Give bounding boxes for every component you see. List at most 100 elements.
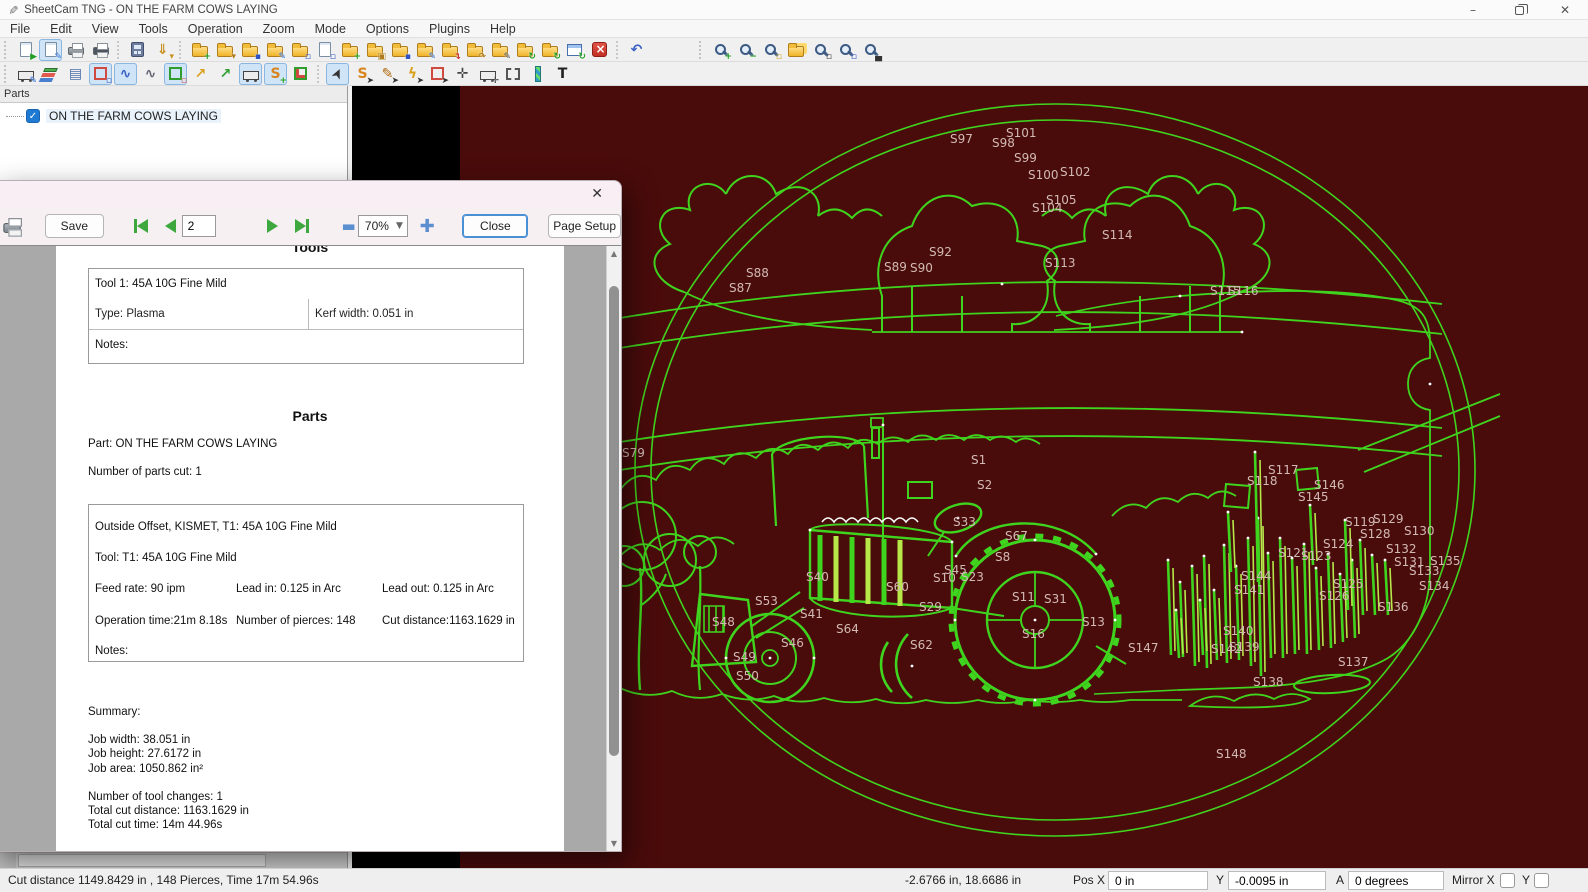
link-process-button[interactable]: ↷ bbox=[463, 39, 486, 61]
save-part-button[interactable]: ▪ bbox=[238, 39, 261, 61]
zoom-in-icon[interactable]: ✚ bbox=[418, 216, 437, 237]
new-process-button[interactable]: + bbox=[338, 39, 361, 61]
import-drawing-button[interactable]: ✎ bbox=[14, 63, 37, 85]
zoom-drawing-button[interactable]: ▫ bbox=[834, 39, 857, 61]
minimize-button[interactable]: – bbox=[1450, 0, 1496, 20]
zoom-machine-button[interactable]: ▄ bbox=[859, 39, 882, 61]
import-process-button[interactable]: ↴ bbox=[438, 39, 461, 61]
page-number-input[interactable] bbox=[182, 215, 216, 237]
parts-tree-item[interactable]: ✓ ON THE FARM COWS LAYING bbox=[6, 109, 347, 123]
menu-help[interactable]: Help bbox=[480, 20, 526, 37]
path-label: S48 bbox=[712, 615, 735, 629]
zoom-selected-button[interactable]: ▫ bbox=[759, 39, 782, 61]
print-button[interactable] bbox=[64, 39, 87, 61]
job-width: Job width: 38.051 in bbox=[88, 734, 190, 746]
menu-view[interactable]: View bbox=[82, 20, 129, 37]
show-parts-toggle[interactable]: ▫ bbox=[164, 63, 187, 85]
path-label: S10 bbox=[933, 571, 956, 585]
scroll-up-icon[interactable]: ▲ bbox=[607, 249, 621, 258]
zoom-in-button[interactable]: + bbox=[709, 39, 732, 61]
dialog-close-icon[interactable]: ✕ bbox=[585, 185, 609, 203]
show-machine-toggle[interactable] bbox=[239, 63, 262, 85]
zoom-level-select[interactable]: 70% ▼ bbox=[358, 215, 408, 237]
zoom-out-button[interactable]: − bbox=[734, 39, 757, 61]
text-tool-button[interactable]: T bbox=[551, 63, 574, 85]
show-directions-toggle[interactable] bbox=[289, 63, 312, 85]
edit-toolset-button[interactable]: ✎ bbox=[488, 39, 511, 61]
restore-button[interactable] bbox=[1496, 0, 1542, 20]
save-process-button[interactable]: ▪ bbox=[388, 39, 411, 61]
contour-tool-button[interactable]: ➤ bbox=[426, 63, 449, 85]
zoom-out-icon[interactable]: ▬ bbox=[339, 217, 358, 235]
layers-button[interactable] bbox=[39, 63, 62, 85]
select-tool-button[interactable]: ➤ bbox=[326, 63, 349, 85]
job-options-button[interactable]: ✎ bbox=[39, 39, 62, 61]
scroll-down-icon[interactable]: ▼ bbox=[607, 839, 621, 848]
path-label: S67 bbox=[1005, 529, 1028, 543]
total-cut-distance: Total cut distance: 1163.1629 in bbox=[88, 805, 249, 817]
plot-button[interactable] bbox=[89, 39, 112, 61]
path-label: S129 bbox=[1373, 512, 1404, 526]
new-part-button[interactable]: + bbox=[188, 39, 211, 61]
job-notes-button[interactable]: ▤ bbox=[64, 63, 87, 85]
edit-part-button[interactable]: ✎ bbox=[263, 39, 286, 61]
move-part-tool-button[interactable]: ✛ bbox=[451, 63, 474, 85]
undo-button[interactable]: ↶ bbox=[625, 39, 648, 61]
copy-process-button[interactable]: ▣ bbox=[363, 39, 386, 61]
menu-edit[interactable]: Edit bbox=[40, 20, 82, 37]
zoom-parts-button[interactable] bbox=[784, 39, 807, 61]
open-part-button[interactable]: ▾ bbox=[213, 39, 236, 61]
menu-file[interactable]: File bbox=[0, 20, 40, 37]
document-scroll-thumb[interactable] bbox=[609, 286, 619, 756]
select-region-tool-button[interactable] bbox=[501, 63, 524, 85]
mirror-y-checkbox[interactable] bbox=[1534, 873, 1549, 888]
document-vertical-scrollbar[interactable]: ▲ ▼ bbox=[606, 246, 621, 851]
copy-part-button[interactable]: ▫ bbox=[288, 39, 311, 61]
menu-plugins[interactable]: Plugins bbox=[419, 20, 480, 37]
sync-toolset-button[interactable]: ↻ bbox=[538, 39, 561, 61]
first-page-button[interactable] bbox=[130, 214, 152, 238]
menu-operation[interactable]: Operation bbox=[178, 20, 253, 37]
angle-field[interactable] bbox=[1348, 871, 1444, 890]
print-icon[interactable] bbox=[3, 223, 20, 233]
show-toolpaths-toggle[interactable]: ∿ bbox=[114, 63, 137, 85]
open-drawing-button[interactable]: ▶ bbox=[14, 39, 37, 61]
show-moves-toggle[interactable]: ↗ bbox=[214, 63, 237, 85]
page-setup-button[interactable]: Page Setup bbox=[548, 214, 621, 238]
previous-page-button[interactable] bbox=[160, 214, 182, 238]
parts-horizontal-scrollbar[interactable] bbox=[0, 852, 347, 868]
show-start-points-toggle[interactable]: S+ bbox=[264, 63, 287, 85]
measure-tool-button[interactable] bbox=[526, 63, 549, 85]
part-checkbox[interactable]: ✓ bbox=[26, 109, 40, 123]
menu-tools[interactable]: Tools bbox=[129, 20, 178, 37]
start-point-tool-button[interactable]: S➤ bbox=[351, 63, 374, 85]
run-post-button[interactable]: ⇓▾ bbox=[151, 39, 174, 61]
duplicate-part-button[interactable]: ▫ bbox=[313, 39, 336, 61]
edit-contour-tool-button[interactable]: ✎➤ bbox=[376, 63, 399, 85]
delete-button[interactable]: × bbox=[588, 39, 611, 61]
scroll-thumb[interactable] bbox=[18, 854, 266, 867]
next-page-button[interactable] bbox=[262, 214, 284, 238]
zoom-window-button[interactable]: ▫ bbox=[809, 39, 832, 61]
menu-zoom[interactable]: Zoom bbox=[253, 20, 305, 37]
mirror-x-checkbox[interactable] bbox=[1500, 873, 1515, 888]
tool-table-button[interactable]: ↻ bbox=[563, 39, 586, 61]
show-cuts-toggle[interactable]: ▫ bbox=[89, 63, 112, 85]
close-preview-button[interactable]: Close bbox=[462, 214, 528, 238]
close-button[interactable]: ✕ bbox=[1542, 0, 1588, 20]
show-path-ends-toggle[interactable]: ∿ bbox=[139, 63, 162, 85]
edit-process-button[interactable]: ✎ bbox=[413, 39, 436, 61]
pos-x-field[interactable] bbox=[1108, 871, 1208, 890]
scroll-left-button[interactable] bbox=[0, 853, 16, 868]
menu-mode[interactable]: Mode bbox=[305, 20, 356, 37]
show-rapids-toggle[interactable]: ↗ bbox=[189, 63, 212, 85]
post-process-button[interactable] bbox=[126, 39, 149, 61]
move-machine-tool-button[interactable]: ✛ bbox=[476, 63, 499, 85]
save-button[interactable]: Save bbox=[45, 214, 104, 238]
path-label: S139 bbox=[1229, 640, 1260, 654]
pos-y-field[interactable] bbox=[1228, 871, 1326, 890]
last-page-button[interactable] bbox=[292, 214, 314, 238]
menu-options[interactable]: Options bbox=[356, 20, 419, 37]
update-toolset-button[interactable]: ↻ bbox=[513, 39, 536, 61]
quick-cut-tool-button[interactable]: ϟ➤ bbox=[401, 63, 424, 85]
